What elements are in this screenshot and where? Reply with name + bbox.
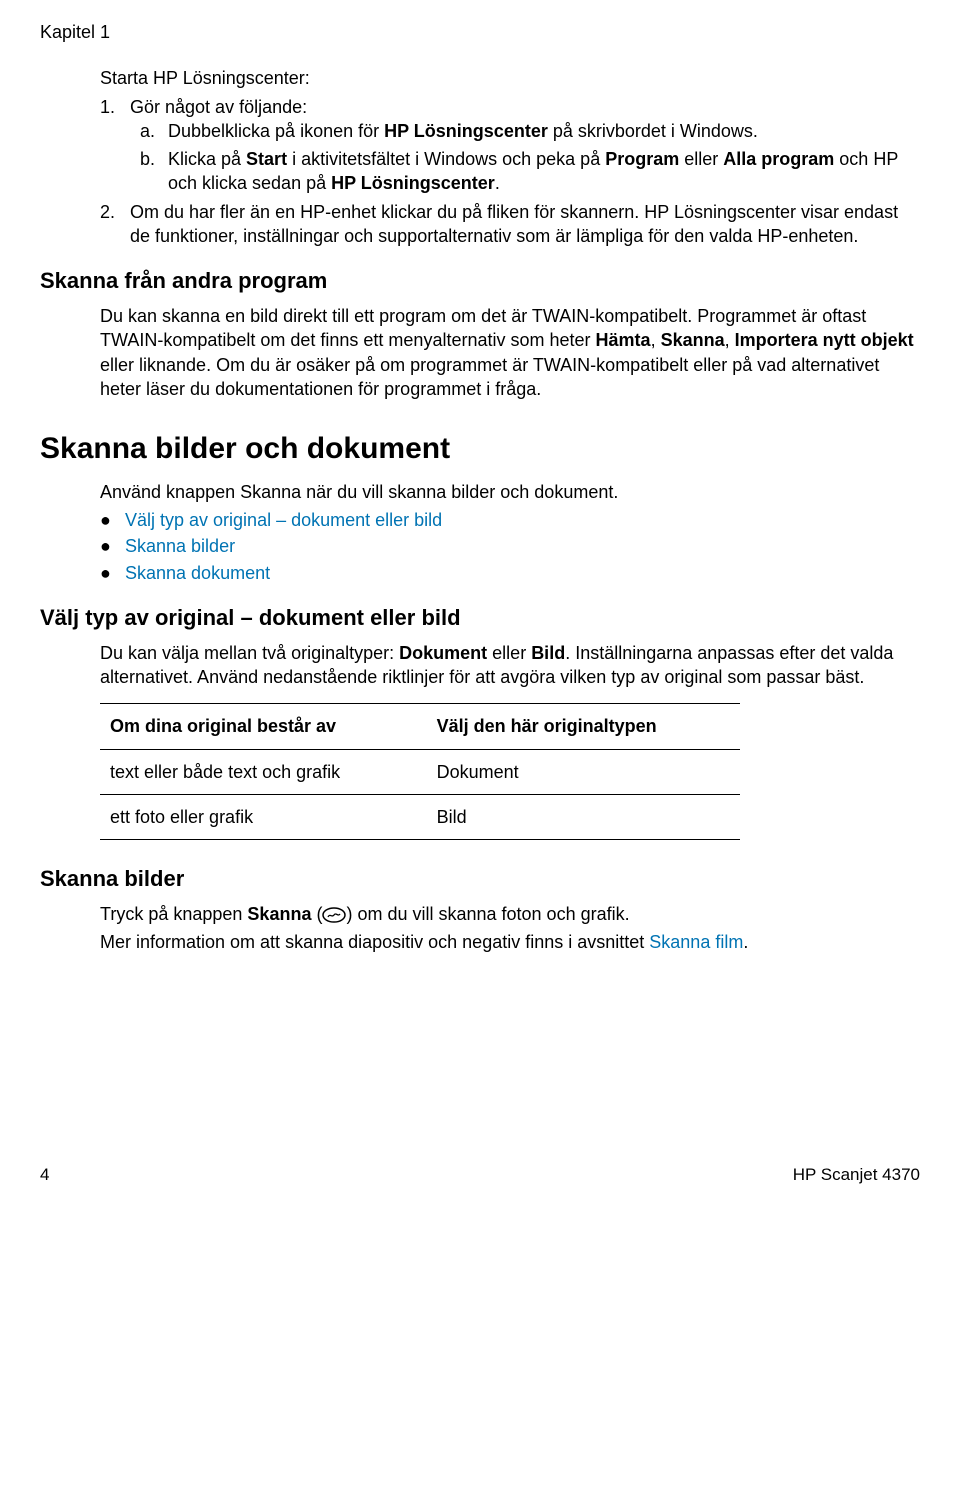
table-row: text eller både text och grafik Dokument	[100, 749, 740, 794]
page-number: 4	[40, 1164, 49, 1187]
footer-model: HP Scanjet 4370	[793, 1164, 920, 1187]
scan-from-other-programs-para: Du kan skanna en bild direkt till ett pr…	[100, 304, 920, 401]
step-2: 2. Om du har fler än en HP-enhet klickar…	[100, 200, 920, 249]
scan-pictures-para-1: Tryck på knappen Skanna () om du vill sk…	[100, 902, 920, 926]
table-row: ett foto eller grafik Bild	[100, 794, 740, 839]
link-scan-pictures[interactable]: Skanna bilder	[125, 534, 235, 558]
scan-pictures-heading: Skanna bilder	[40, 864, 920, 894]
bullet-marker: ●	[100, 561, 125, 585]
step-1-text: Gör något av följande:	[130, 95, 307, 119]
bullet-marker: ●	[100, 508, 125, 532]
scan-pictures-para-2: Mer information om att skanna diapositiv…	[100, 930, 920, 954]
step-1b-text: Klicka på Start i aktivitetsfältet i Win…	[168, 147, 920, 196]
bullet-marker: ●	[100, 534, 125, 558]
bullet-scan-pictures: ● Skanna bilder	[100, 534, 920, 558]
step-1b-marker: b.	[140, 147, 168, 196]
scan-icon	[322, 907, 346, 923]
step-1a-marker: a.	[140, 119, 168, 143]
start-solution-center-title: Starta HP Lösningscenter:	[100, 66, 920, 90]
table-header-type: Välj den här originaltypen	[427, 704, 740, 749]
table-cell: text eller både text och grafik	[100, 749, 427, 794]
table-header-original: Om dina original består av	[100, 704, 427, 749]
chapter-label: Kapitel 1	[40, 20, 920, 44]
table-cell: ett foto eller grafik	[100, 794, 427, 839]
original-type-table: Om dina original består av Välj den här …	[100, 703, 740, 840]
scan-pictures-and-documents-para: Använd knappen Skanna när du vill skanna…	[100, 480, 920, 504]
scan-pictures-and-documents-heading: Skanna bilder och dokument	[40, 429, 920, 470]
link-scan-film[interactable]: Skanna film	[649, 932, 743, 952]
step-1a: a. Dubbelklicka på ikonen för HP Lösning…	[140, 119, 920, 143]
scan-from-other-programs-heading: Skanna från andra program	[40, 266, 920, 296]
bullet-scan-documents: ● Skanna dokument	[100, 561, 920, 585]
step-1b: b. Klicka på Start i aktivitetsfältet i …	[140, 147, 920, 196]
table-cell: Bild	[427, 794, 740, 839]
link-scan-documents[interactable]: Skanna dokument	[125, 561, 270, 585]
step-1: 1. Gör något av följande:	[100, 95, 920, 119]
bullet-choose-type: ● Välj typ av original – dokument eller …	[100, 508, 920, 532]
choose-original-type-heading: Välj typ av original – dokument eller bi…	[40, 603, 920, 633]
choose-original-type-para: Du kan välja mellan två originaltyper: D…	[100, 641, 920, 690]
step-1a-text: Dubbelklicka på ikonen för HP Lösningsce…	[168, 119, 758, 143]
page-footer: 4 HP Scanjet 4370	[40, 1164, 920, 1187]
step-1-marker: 1.	[100, 95, 130, 119]
step-2-text: Om du har fler än en HP-enhet klickar du…	[130, 200, 920, 249]
table-cell: Dokument	[427, 749, 740, 794]
step-2-marker: 2.	[100, 200, 130, 249]
link-choose-type[interactable]: Välj typ av original – dokument eller bi…	[125, 508, 442, 532]
